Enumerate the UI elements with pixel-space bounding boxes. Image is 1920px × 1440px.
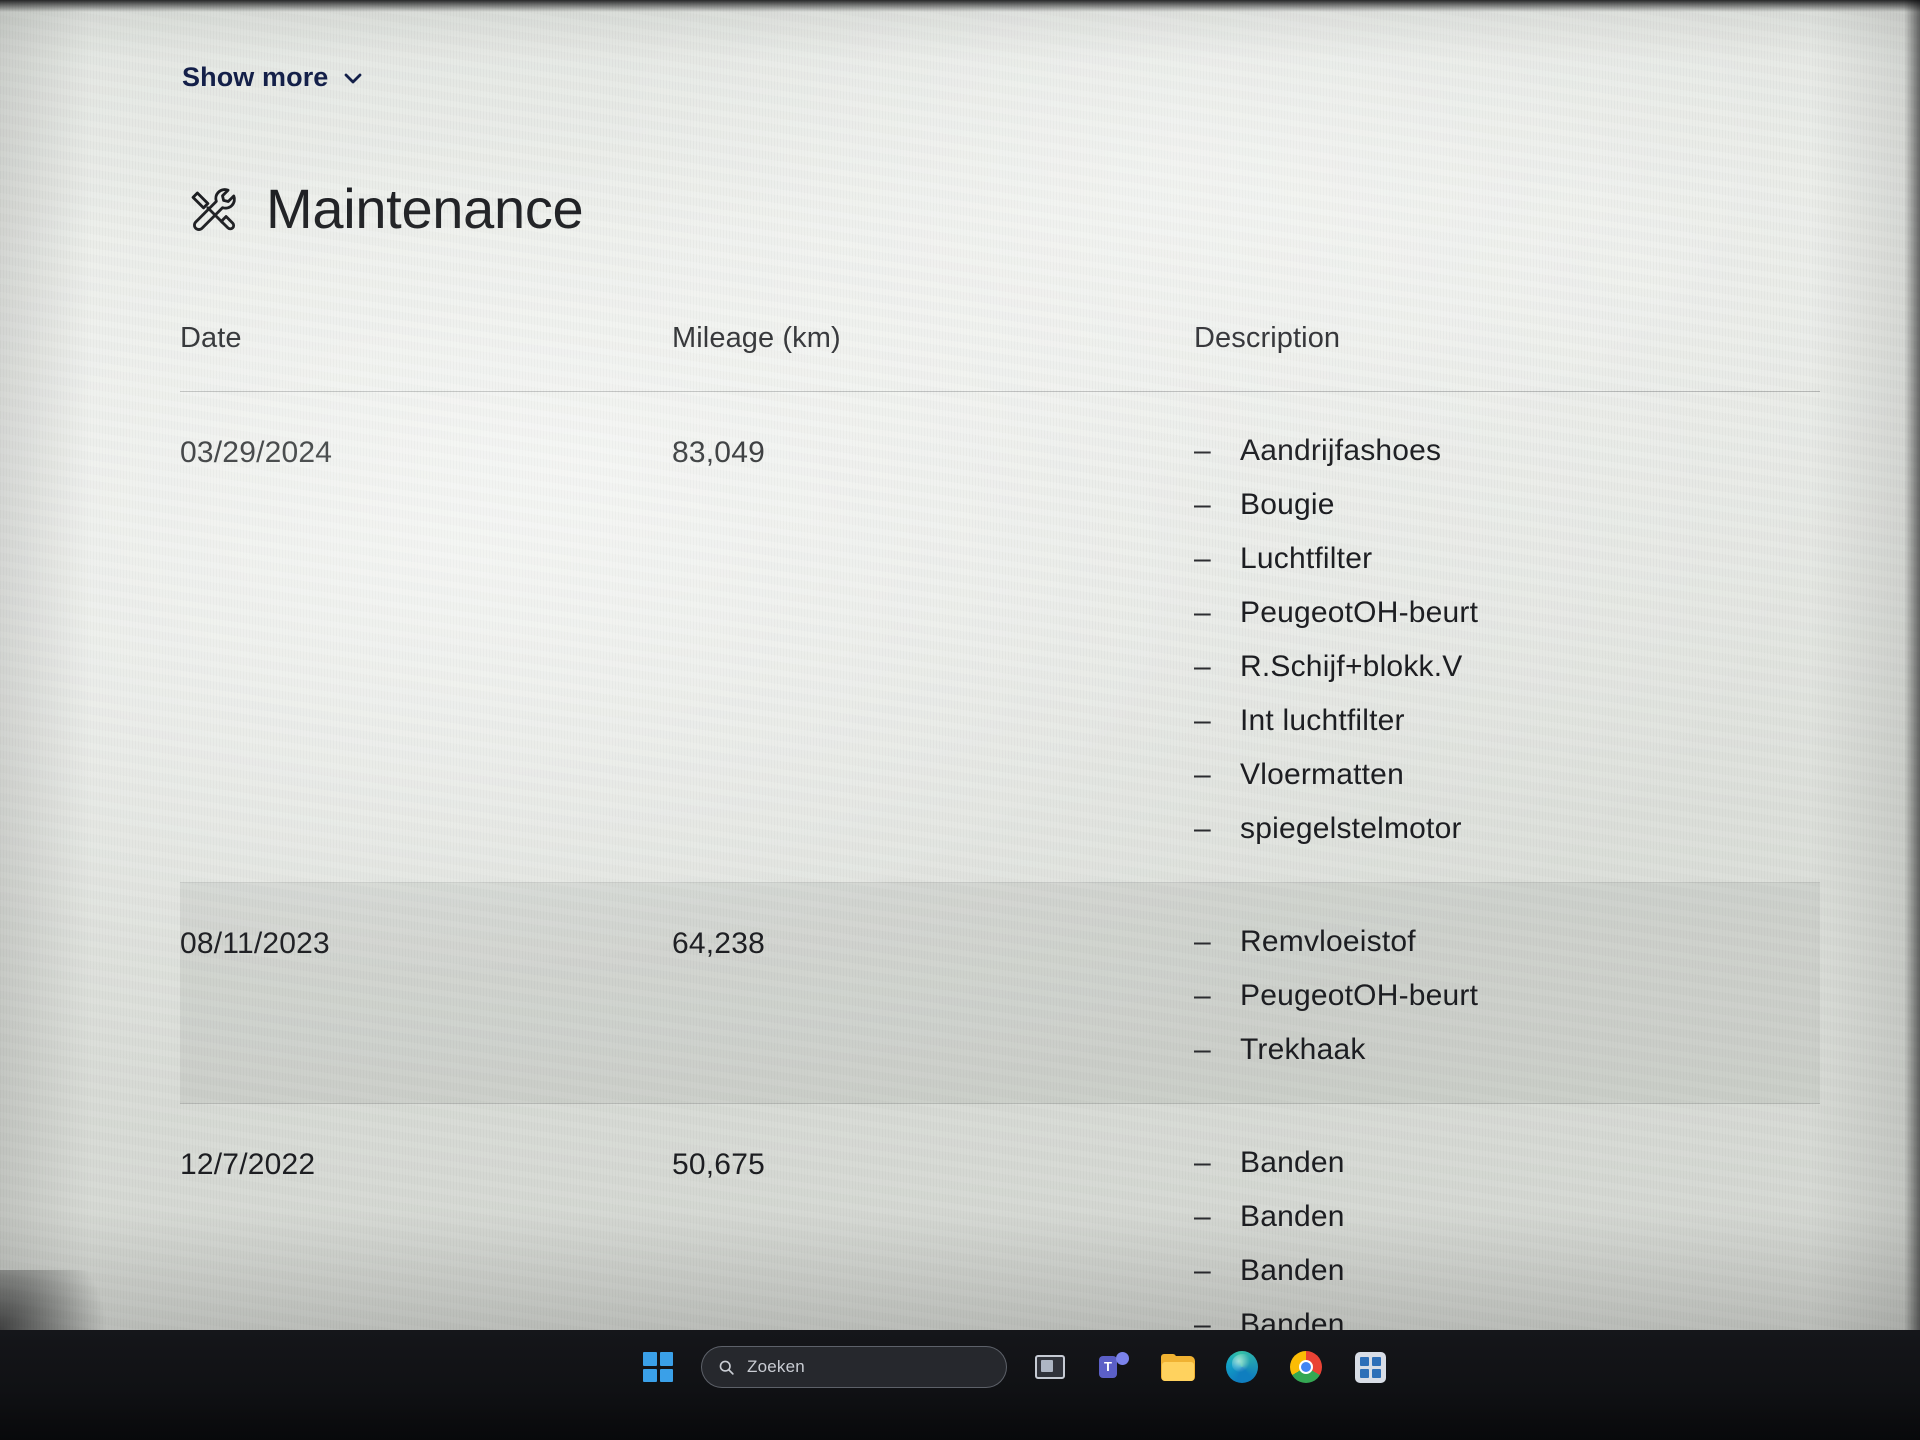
cell-mileage: 64,238 xyxy=(672,927,765,960)
cell-mileage: 50,675 xyxy=(672,1148,765,1181)
chevron-down-icon[interactable] xyxy=(341,66,365,90)
windows-taskbar: Zoeken xyxy=(0,1330,1920,1440)
list-item-label: Remvloeistof xyxy=(1240,925,1416,958)
list-item: – Aandrijfashoes xyxy=(1194,436,1820,466)
bullet-dash: – xyxy=(1194,979,1211,1012)
table-row[interactable]: 03/29/2024 83,049 – Aandrijfashoes – Bougi… xyxy=(180,392,1820,883)
list-item-label: Banden xyxy=(1240,1200,1345,1233)
list-item-label: PeugeotOH-beurt xyxy=(1240,596,1479,629)
page-title: Maintenance xyxy=(186,176,584,241)
screen-top-edge xyxy=(0,0,1920,12)
list-item-label: spiegelstelmotor xyxy=(1240,812,1462,845)
table-row[interactable]: 08/11/2023 64,238 – Remvloeistof – Peugeot… xyxy=(180,883,1820,1104)
list-item: – Int luchtfilter xyxy=(1194,706,1820,736)
bullet-dash: – xyxy=(1194,812,1211,845)
edge-icon[interactable] xyxy=(1221,1346,1263,1388)
column-header-mileage: Mileage (km) xyxy=(672,322,841,354)
bullet-dash: – xyxy=(1194,434,1211,467)
bullet-dash: – xyxy=(1194,596,1211,629)
search-placeholder: Zoeken xyxy=(747,1357,805,1376)
laptop-screen: Show more Maintenance Date Mileage (km) … xyxy=(0,0,1920,1330)
search-icon xyxy=(718,1359,735,1376)
list-item: – Banden xyxy=(1194,1256,1820,1286)
tools-wrench-screwdriver-icon xyxy=(186,186,238,238)
chrome-icon[interactable] xyxy=(1285,1346,1327,1388)
screen-corner-shadow xyxy=(0,1270,140,1330)
list-item: – Luchtfilter xyxy=(1194,544,1820,574)
bullet-dash: – xyxy=(1194,1146,1211,1179)
windows-start-icon[interactable] xyxy=(637,1346,679,1388)
bullet-dash: – xyxy=(1194,650,1211,683)
bullet-dash: – xyxy=(1194,1254,1211,1287)
list-item-label: Bougie xyxy=(1240,488,1335,521)
list-item: – R.Schijf+blokk.V xyxy=(1194,652,1820,682)
list-item: – Banden xyxy=(1194,1308,1820,1331)
list-item-label: Banden xyxy=(1240,1308,1345,1331)
list-item-label: Trekhaak xyxy=(1240,1033,1366,1066)
list-item: – Banden xyxy=(1194,1202,1820,1232)
table-header-row: Date Mileage (km) Description xyxy=(180,314,1820,392)
list-item-label: R.Schijf+blokk.V xyxy=(1240,650,1463,683)
microsoft-store-icon[interactable] xyxy=(1349,1346,1391,1388)
list-item: – Vloermatten xyxy=(1194,760,1820,790)
show-more-toggle[interactable]: Show more xyxy=(182,62,365,93)
page-title-text: Maintenance xyxy=(266,177,584,240)
task-view-icon[interactable] xyxy=(1029,1346,1071,1388)
list-item-label: Aandrijfashoes xyxy=(1240,434,1442,467)
list-item-label: Banden xyxy=(1240,1146,1345,1179)
cell-description-list: – Remvloeistof – PeugeotOH-beurt – Trekhaak xyxy=(1170,927,1820,1065)
list-item-label: Int luchtfilter xyxy=(1240,704,1405,737)
list-item: – Banden xyxy=(1194,1148,1820,1178)
cell-date: 12/7/2022 xyxy=(180,1148,316,1181)
cell-mileage: 83,049 xyxy=(672,436,765,469)
column-header-date: Date xyxy=(180,322,242,354)
list-item-label: Luchtfilter xyxy=(1240,542,1373,575)
bullet-dash: – xyxy=(1194,1033,1211,1066)
bullet-dash: – xyxy=(1194,488,1211,521)
show-more-label: Show more xyxy=(182,62,329,92)
table-row[interactable]: 12/7/2022 50,675 – Banden – Banden – Banden… xyxy=(180,1104,1820,1331)
teams-icon[interactable] xyxy=(1093,1346,1135,1388)
bullet-dash: – xyxy=(1194,542,1211,575)
page-content: Show more Maintenance Date Mileage (km) … xyxy=(0,0,1920,1330)
list-item: – PeugeotOH-beurt xyxy=(1194,981,1820,1011)
bullet-dash: – xyxy=(1194,1308,1211,1331)
photo-of-laptop-screen: Show more Maintenance Date Mileage (km) … xyxy=(0,0,1920,1440)
list-item: – Trekhaak xyxy=(1194,1035,1820,1065)
list-item-label: PeugeotOH-beurt xyxy=(1240,979,1479,1012)
bullet-dash: – xyxy=(1194,1200,1211,1233)
bullet-dash: – xyxy=(1194,925,1211,958)
cell-description-list: – Aandrijfashoes – Bougie – Luchtfilter – Pe… xyxy=(1170,436,1820,844)
screen-right-edge xyxy=(1904,0,1920,1330)
list-item: – spiegelstelmotor xyxy=(1194,814,1820,844)
file-explorer-icon[interactable] xyxy=(1157,1346,1199,1388)
bullet-dash: – xyxy=(1194,704,1211,737)
list-item-label: Banden xyxy=(1240,1254,1345,1287)
list-item-label: Vloermatten xyxy=(1240,758,1404,791)
list-item: – Remvloeistof xyxy=(1194,927,1820,957)
cell-description-list: – Banden – Banden – Banden – Banden xyxy=(1170,1148,1820,1331)
list-item: – PeugeotOH-beurt xyxy=(1194,598,1820,628)
cell-date: 08/11/2023 xyxy=(180,927,330,960)
column-header-description: Description xyxy=(1194,322,1341,354)
maintenance-table: Date Mileage (km) Description 03/29/2024… xyxy=(180,314,1820,1330)
bullet-dash: – xyxy=(1194,758,1211,791)
list-item: – Bougie xyxy=(1194,490,1820,520)
cell-date: 03/29/2024 xyxy=(180,436,333,469)
search-input[interactable]: Zoeken xyxy=(701,1346,1007,1388)
